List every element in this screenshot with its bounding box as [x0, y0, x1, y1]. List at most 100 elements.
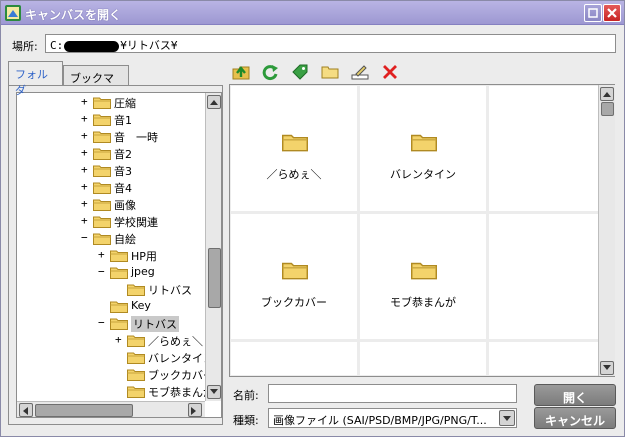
- scroll-up-button[interactable]: [207, 95, 221, 109]
- tree-node-label: 音2: [114, 148, 132, 161]
- folder-icon: [127, 386, 145, 398]
- folder-tree-panel: + 圧縮 + 音1 + 音 一時 + 音2 + 音3 + 音4 + 画像 + 学校関連 − 自絵 + HP用 − jpeg…: [8, 85, 223, 425]
- folder-icon: [411, 134, 437, 152]
- grid-vertical-scrollbar[interactable]: [598, 85, 615, 376]
- refresh-icon[interactable]: [261, 63, 279, 81]
- grid-scroll-up-button[interactable]: [600, 87, 614, 101]
- folder-icon: [110, 301, 128, 313]
- window-title: キャンバスを開く: [25, 8, 122, 22]
- grid-empty-cell: [489, 214, 615, 339]
- tree-expander[interactable]: +: [81, 163, 91, 176]
- maximize-button[interactable]: [584, 4, 602, 22]
- open-button[interactable]: 開く: [534, 384, 616, 406]
- tab-bookmark[interactable]: ブックマーク: [63, 65, 129, 101]
- folder-icon: [93, 165, 111, 177]
- arrow-left-icon: [23, 407, 28, 415]
- new-folder-icon[interactable]: [321, 63, 339, 81]
- scroll-left-button[interactable]: [19, 403, 33, 417]
- app-icon: [5, 5, 21, 21]
- rename-icon[interactable]: [351, 63, 369, 81]
- folder-icon: [411, 262, 437, 280]
- folder-icon: [127, 369, 145, 381]
- tree-expander[interactable]: +: [81, 129, 91, 142]
- tree-node-label: 画像: [114, 199, 136, 212]
- folder-icon: [282, 262, 308, 280]
- up-folder-icon[interactable]: [232, 63, 250, 81]
- tree-expander[interactable]: +: [81, 197, 91, 210]
- arrow-up-icon: [210, 100, 218, 105]
- tree-node-label: 音4: [114, 182, 132, 195]
- folder-icon: [93, 131, 111, 143]
- folder-icon: [93, 97, 111, 109]
- scroll-right-button[interactable]: [188, 403, 202, 417]
- folder-icon: [93, 233, 111, 245]
- grid-folder-item[interactable]: バレンタイン: [360, 86, 486, 211]
- folder-icon: [127, 284, 145, 296]
- tree-expander[interactable]: +: [98, 248, 108, 261]
- tab-folder[interactable]: フォルダ: [8, 61, 63, 97]
- file-grid-panel[interactable]: ／らめぇ＼ バレンタインブックカバー モブ恭まんが: [229, 84, 615, 377]
- grid-folder-item[interactable]: ブックカバー: [231, 214, 357, 339]
- chevron-down-icon: [503, 416, 511, 421]
- tree-expander[interactable]: +: [81, 112, 91, 125]
- bookmark-tag-icon[interactable]: [291, 63, 309, 81]
- tree-node-label: 音 一時: [114, 131, 158, 144]
- tree-node-label: 音1: [114, 114, 132, 127]
- tree-scroll-thumb[interactable]: [208, 248, 221, 308]
- folder-icon: [93, 182, 111, 194]
- open-canvas-dialog: キャンバスを開く 場所: C: ¥リトバス¥ ブックマーク フォルダ + 圧縮 + 音1…: [0, 0, 625, 437]
- dropdown-button[interactable]: [499, 410, 515, 426]
- cancel-button[interactable]: キャンセル: [534, 407, 616, 429]
- arrow-down-icon: [603, 365, 611, 370]
- grid-folder-label: ブックカバー: [261, 296, 327, 309]
- tree-hscroll-thumb[interactable]: [35, 404, 133, 417]
- grid-folder-label: バレンタイン: [390, 168, 456, 181]
- tree-expander[interactable]: +: [81, 214, 91, 227]
- grid-scroll-thumb[interactable]: [601, 102, 614, 116]
- close-icon: [607, 8, 617, 18]
- location-field[interactable]: C: ¥リトバス¥: [45, 34, 616, 53]
- location-label: 場所:: [12, 40, 38, 53]
- grid-scroll-down-button[interactable]: [600, 361, 614, 375]
- folder-icon: [110, 318, 128, 330]
- tree-expander[interactable]: +: [115, 333, 125, 346]
- tree-node-label: HP用: [131, 250, 157, 263]
- tree-vertical-scrollbar[interactable]: [205, 93, 221, 401]
- arrow-down-icon: [210, 389, 218, 394]
- file-name-input[interactable]: [268, 384, 517, 403]
- folder-tree[interactable]: + 圧縮 + 音1 + 音 一時 + 音2 + 音3 + 音4 + 画像 + 学校関連 − 自絵 + HP用 − jpeg…: [16, 92, 222, 418]
- scroll-down-button[interactable]: [207, 385, 221, 399]
- grid-folder-item[interactable]: ／らめぇ＼: [231, 86, 357, 211]
- tree-expander[interactable]: +: [81, 95, 91, 108]
- close-button[interactable]: [603, 4, 621, 22]
- tree-node-label: 圧縮: [114, 97, 136, 110]
- file-type-value: 画像ファイル (SAI/PSD/BMP/JPG/PNG/T...: [273, 414, 487, 427]
- tree-expander[interactable]: −: [98, 265, 108, 278]
- grid-folder-label: モブ恭まんが: [390, 296, 456, 309]
- grid-empty-cell: [360, 342, 486, 375]
- tree-expander[interactable]: +: [81, 180, 91, 193]
- tree-node-label: リトバス: [131, 316, 179, 332]
- grid-folder-item[interactable]: モブ恭まんが: [360, 214, 486, 339]
- folder-icon: [110, 250, 128, 262]
- tree-node-label: 学校関連: [114, 216, 158, 229]
- tree-horizontal-scrollbar[interactable]: [17, 401, 205, 417]
- redacted-segment: [64, 40, 120, 52]
- grid-empty-cell: [489, 86, 615, 211]
- grid-empty-cell: [231, 342, 357, 375]
- arrow-up-icon: [603, 92, 611, 97]
- tree-node-label: 自絵: [114, 233, 136, 246]
- folder-icon: [93, 114, 111, 126]
- delete-icon[interactable]: [381, 63, 399, 81]
- arrow-right-icon: [191, 407, 196, 415]
- tree-expander[interactable]: −: [81, 231, 91, 244]
- tree-expander[interactable]: −: [98, 316, 108, 329]
- title-bar[interactable]: キャンバスを開く: [1, 1, 624, 25]
- folder-icon: [93, 216, 111, 228]
- location-path-suffix: ¥リトバス¥: [120, 39, 178, 52]
- folder-icon: [110, 267, 128, 279]
- tree-expander[interactable]: +: [81, 146, 91, 159]
- folder-icon: [127, 335, 145, 347]
- grid-empty-cell: [489, 342, 615, 375]
- file-type-select[interactable]: 画像ファイル (SAI/PSD/BMP/JPG/PNG/T...: [268, 408, 517, 428]
